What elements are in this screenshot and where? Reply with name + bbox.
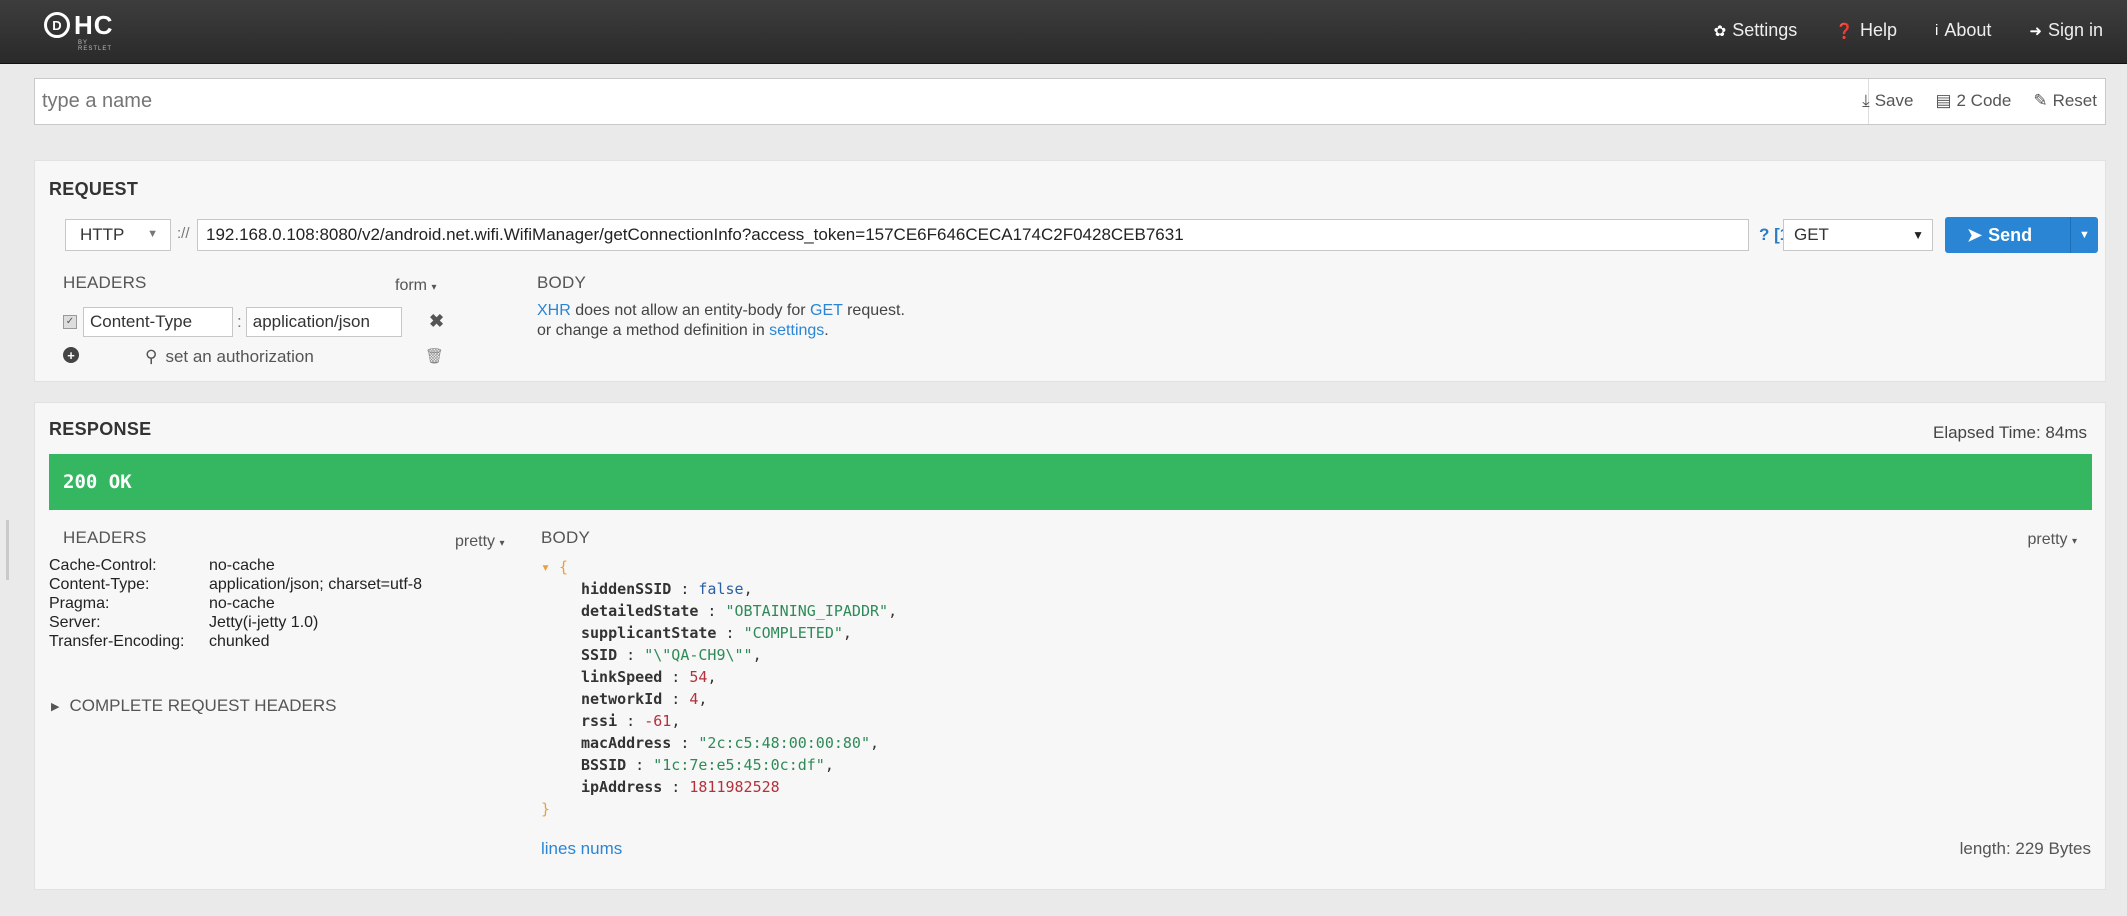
- logo-text: HC: [74, 10, 114, 40]
- json-field: supplicantState : "COMPLETED",: [581, 624, 852, 642]
- url-separator: ://: [177, 225, 190, 242]
- nav-settings[interactable]: ✿ Settings: [1714, 20, 1798, 41]
- request-title: REQUEST: [49, 179, 139, 199]
- response-title: RESPONSE: [49, 419, 152, 439]
- download-icon: ⤓: [1862, 91, 1870, 110]
- paper-plane-icon: ➤: [1967, 224, 1983, 245]
- method-select[interactable]: GET ▼: [1783, 219, 1933, 251]
- add-header-row: +: [63, 347, 79, 363]
- top-nav: ✿ Settings ❓ Help i About ➜ Sign in: [1714, 20, 2103, 41]
- response-body-label: BODY: [541, 528, 590, 547]
- url-input[interactable]: 192.168.0.108:8080/v2/android.net.wifi.W…: [197, 219, 1749, 251]
- set-authorization-link[interactable]: ⚲ set an authorization: [145, 347, 314, 367]
- headers-pretty-toggle[interactable]: pretty ▾: [455, 533, 505, 551]
- logo-subtitle: BY RESTLET: [78, 40, 113, 52]
- form-toggle[interactable]: form ▾: [395, 277, 436, 295]
- logo-icon: D: [44, 12, 70, 38]
- json-field: linkSpeed : 54,: [581, 668, 717, 686]
- json-field: BSSID : "1c:7e:e5:45:0c:df",: [581, 756, 834, 774]
- get-link[interactable]: GET: [810, 302, 843, 319]
- request-body-label: BODY: [537, 273, 586, 292]
- response-length: length: 229 Bytes: [1959, 839, 2091, 858]
- remove-header-icon[interactable]: ✖: [429, 311, 444, 332]
- name-actions: ⤓ Save ▤ 2 Code ✎ Reset: [1862, 91, 2097, 111]
- json-field: detailedState : "OBTAINING_IPADDR",: [581, 602, 898, 620]
- json-field: hiddenSSID : false,: [581, 580, 753, 598]
- top-bar: D HC BY RESTLET ✿ Settings ❓ Help i About ➜ Sig…: [0, 0, 2127, 64]
- response-header-row: Cache-Control: no-cache: [49, 557, 275, 574]
- caret-down-icon: ▾: [431, 282, 437, 293]
- elapsed-time: Elapsed Time: 84ms: [1932, 423, 2087, 442]
- logo[interactable]: D HC BY RESTLET: [44, 10, 114, 52]
- json-field: SSID : "\"QA-CH9\"",: [581, 646, 762, 664]
- save-button[interactable]: ⤓ Save: [1862, 91, 1913, 111]
- request-name-input[interactable]: [35, 79, 1869, 124]
- collapse-toggle[interactable]: ▾ {: [541, 558, 568, 576]
- json-field: macAddress : "2c:c5:48:00:00:80",: [581, 734, 880, 752]
- response-body-json: ▾ { hiddenSSID : false, detailedState : "O…: [541, 558, 898, 818]
- response-header-row: Server: Jetty(i-jetty 1.0): [49, 614, 319, 631]
- nav-about[interactable]: i About: [1935, 20, 1991, 41]
- settings-link[interactable]: settings: [769, 322, 824, 339]
- body-note: XHR does not allow an entity-body for GE…: [537, 302, 905, 339]
- file-icon: ▤: [1935, 91, 1952, 110]
- response-headers-list: Cache-Control: no-cache Content-Type: appli…: [49, 556, 422, 651]
- header-value-input[interactable]: application/json: [245, 307, 402, 337]
- protocol-select[interactable]: HTTP ▼: [65, 219, 171, 251]
- nav-help[interactable]: ❓ Help: [1835, 20, 1897, 41]
- send-button[interactable]: ➤ Send ▼: [1945, 217, 2098, 253]
- reset-button[interactable]: ✎ Reset: [2033, 91, 2097, 111]
- response-header-row: Transfer-Encoding: chunked: [49, 633, 270, 650]
- complete-request-headers-toggle[interactable]: ▶ COMPLETE REQUEST HEADERS: [51, 696, 337, 716]
- request-panel: REQUEST HTTP ▼ :// 192.168.0.108:8080/v2…: [34, 160, 2106, 382]
- json-field: rssi : -61,: [581, 712, 681, 730]
- caret-down-icon: ▾: [499, 538, 505, 549]
- caret-down-icon: ▼: [147, 228, 158, 240]
- gear-icon: ✿: [1713, 22, 1727, 40]
- status-badge: 200 OK: [49, 454, 2092, 510]
- sign-in-icon: ➜: [2029, 22, 2042, 40]
- header-name-input[interactable]: Content-Type: [83, 307, 233, 337]
- response-header-row: Content-Type: application/json; charset=u…: [49, 576, 423, 593]
- response-header-row: Pragma: no-cache: [49, 595, 275, 612]
- key-icon: ⚲: [145, 347, 158, 366]
- nav-sign-in[interactable]: ➜ Sign in: [2029, 20, 2103, 41]
- caret-down-icon: ▼: [2079, 229, 2090, 241]
- caret-down-icon: ▼: [1912, 228, 1924, 242]
- caret-down-icon: ▾: [2071, 536, 2077, 547]
- response-headers-label: HEADERS: [63, 528, 147, 547]
- xhr-link[interactable]: XHR: [537, 302, 571, 319]
- header-row: ✓ Content-Type : application/json: [63, 307, 402, 337]
- code-button[interactable]: ▤ 2 Code: [1935, 91, 2011, 111]
- eraser-icon: ✎: [2033, 91, 2048, 110]
- help-icon: ❓: [1835, 22, 1854, 40]
- response-panel: RESPONSE Elapsed Time: 84ms 200 OK HEADE…: [34, 402, 2106, 890]
- json-field: ipAddress : 1811982528: [581, 778, 780, 796]
- header-enabled-checkbox[interactable]: ✓: [63, 315, 77, 329]
- info-icon: i: [1934, 22, 1939, 39]
- send-options-toggle[interactable]: ▼: [2070, 217, 2098, 253]
- add-header-icon[interactable]: +: [63, 347, 79, 363]
- name-bar: ⤓Save ▤2 Code ✎Reset: [34, 78, 2106, 125]
- body-pretty-toggle[interactable]: pretty ▾: [2028, 531, 2078, 549]
- json-field: networkId : 4,: [581, 690, 708, 708]
- resize-handle[interactable]: [6, 520, 9, 580]
- request-headers-label: HEADERS: [63, 273, 147, 292]
- caret-right-icon: ▶: [51, 700, 60, 713]
- lines-nums-link[interactable]: lines nums: [541, 839, 622, 859]
- trash-icon[interactable]: 🗑: [425, 347, 444, 365]
